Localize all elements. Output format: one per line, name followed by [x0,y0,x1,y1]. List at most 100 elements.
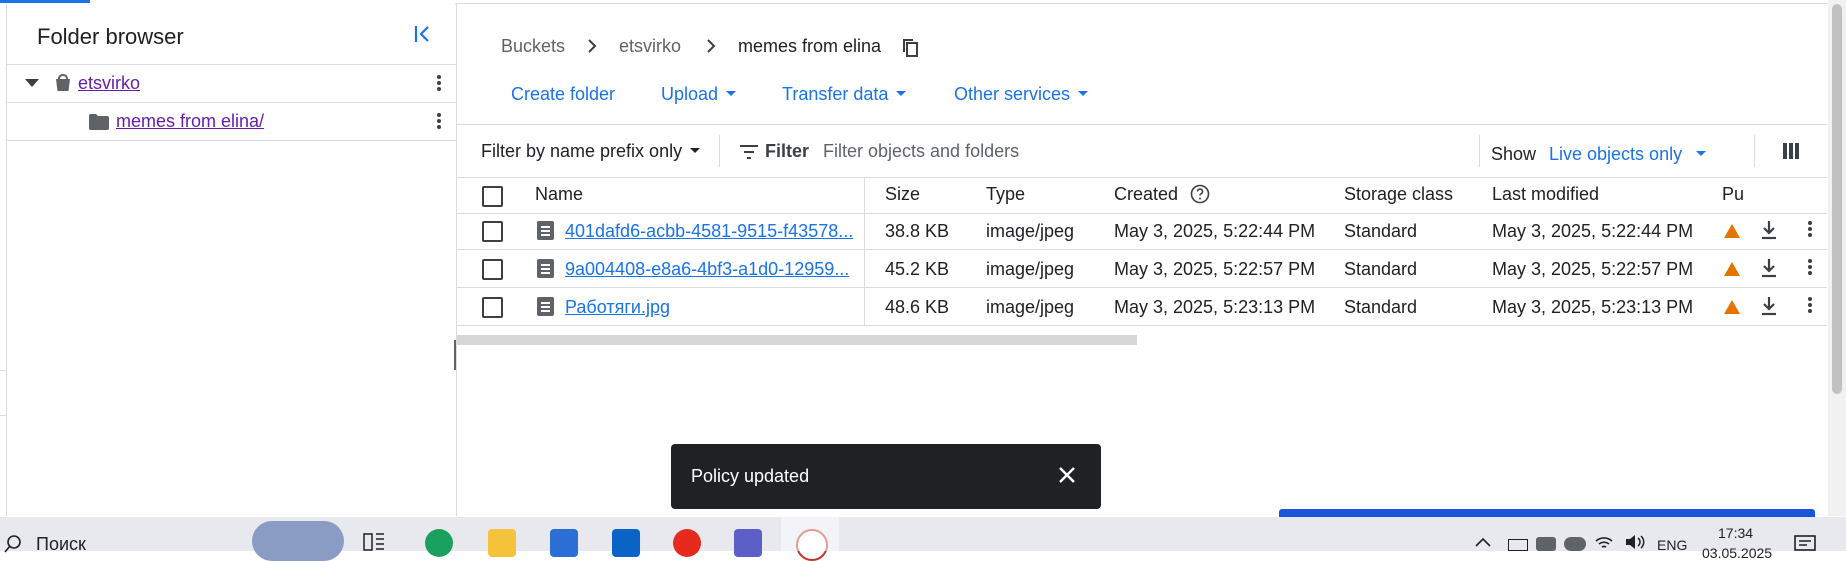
notifications-icon[interactable] [1794,535,1816,553]
task-view-icon[interactable] [363,533,385,551]
row-checkbox[interactable] [482,297,503,318]
filter-input[interactable]: Filter objects and folders [823,141,1019,162]
column-display-icon[interactable] [1783,143,1799,159]
clock-time[interactable]: 17:34 [1718,525,1753,541]
object-name-link[interactable]: Работяги.jpg [565,297,670,318]
dropdown-arrow-icon [1696,150,1707,156]
warning-icon[interactable] [1724,300,1740,314]
dropdown-arrow-icon [690,147,701,153]
prefix-filter-label: Filter by name prefix only [481,141,683,161]
divider [0,415,6,416]
more-options-icon[interactable] [1807,257,1813,279]
more-options-icon[interactable] [436,73,442,95]
network-off-icon[interactable] [1536,537,1556,551]
object-name-link[interactable]: 401dafd6-acbb-4581-9515-f43578... [565,221,853,242]
copy-icon[interactable] [902,38,920,58]
folder-browser-title: Folder browser [37,24,184,49]
file-icon [537,297,554,316]
help-icon[interactable] [1190,184,1210,204]
more-options-icon[interactable] [436,111,442,133]
column-header-last-modified[interactable]: Last modified [1492,184,1599,205]
taskbar-search[interactable]: Поиск [36,534,86,555]
more-options-icon[interactable] [1807,219,1813,241]
active-app-highlight [781,517,839,551]
filter-label[interactable]: Filter [765,141,809,162]
vertical-scrollbar[interactable] [1832,4,1842,394]
row-divider [457,213,1827,214]
show-select[interactable]: Live objects only [1549,144,1707,165]
object-size: 45.2 KB [885,259,950,279]
widgets-avatar-icon[interactable] [252,521,344,561]
object-size: 38.8 KB [885,221,950,241]
column-header-size[interactable]: Size [885,184,920,205]
edge-browser-icon[interactable] [425,529,453,557]
object-last-modified: May 3, 2025, 5:22:57 PM [1492,259,1694,279]
column-header-public[interactable]: Pu [1722,184,1744,205]
horizontal-scrollbar[interactable] [457,335,1137,345]
column-header-name[interactable]: Name [535,184,583,205]
object-storage-class: Standard [1344,259,1418,279]
warning-icon[interactable] [1724,262,1740,276]
column-header-type[interactable]: Type [986,184,1025,205]
dropdown-arrow-icon [1078,90,1089,96]
other-services-button[interactable]: Other services [954,84,1089,105]
volume-icon[interactable] [1624,533,1646,551]
breadcrumb-buckets[interactable]: Buckets [501,36,565,57]
column-header-created[interactable]: Created [1114,184,1178,205]
taskbar: Поиск ENG 17:34 03.05.2025 [0,517,1846,561]
transfer-data-button[interactable]: Transfer data [782,84,907,105]
object-size: 48.6 KB [885,297,950,317]
warning-icon[interactable] [1724,224,1740,238]
column-header-storage-class[interactable]: Storage class [1344,184,1453,205]
teams-icon[interactable] [734,529,762,557]
object-storage-class: Standard [1344,297,1418,317]
download-icon[interactable] [1761,220,1777,240]
close-icon[interactable] [1056,464,1078,486]
more-options-icon[interactable] [1807,295,1813,317]
tree-item-label[interactable]: memes from elina/ [116,111,264,132]
tree-item-folder[interactable]: memes from elina/ [7,103,456,141]
download-icon[interactable] [1761,258,1777,278]
object-storage-class: Standard [1344,221,1418,241]
filter-icon [740,145,758,159]
cloud-icon[interactable] [1564,537,1586,551]
divider [719,135,720,167]
chevron-up-icon[interactable] [1474,536,1492,548]
collapse-panel-icon[interactable] [411,22,435,46]
battery-icon[interactable] [1508,539,1528,551]
panel-resize-handle[interactable] [454,340,456,370]
object-type: image/jpeg [986,259,1075,279]
expand-arrow-icon[interactable] [25,79,39,89]
row-checkbox[interactable] [482,221,503,242]
show-label: Show [1491,144,1537,164]
create-folder-button[interactable]: Create folder [511,84,615,105]
upload-button[interactable]: Upload [661,84,737,105]
select-all-checkbox[interactable] [482,186,503,207]
object-type: image/jpeg [986,297,1075,317]
wifi-icon[interactable] [1594,533,1614,551]
tree-item-bucket[interactable]: etsvirko [7,65,456,103]
breadcrumb-bucket[interactable]: etsvirko [619,36,681,57]
active-tab-indicator [0,0,90,3]
row-divider [457,325,1827,326]
outlook-icon[interactable] [612,529,640,557]
row-divider [457,287,1827,288]
upload-label: Upload [661,84,719,104]
clock-date[interactable]: 03.05.2025 [1702,545,1772,561]
chevron-right-icon [707,39,716,53]
other-label: Other services [954,84,1071,104]
folder-browser-panel: Folder browser etsvirko memes from elina… [6,4,457,516]
yandex-browser-icon[interactable] [673,529,701,557]
tree-item-label[interactable]: etsvirko [78,73,140,94]
filter-bar: Filter by name prefix only Filter Filter… [457,124,1827,178]
prefix-filter-select[interactable]: Filter by name prefix only [481,141,701,162]
download-icon[interactable] [1761,296,1777,316]
store-icon[interactable] [550,529,578,557]
object-name-link[interactable]: 9a004408-e8a6-4bf3-a1d0-12959... [565,259,849,280]
file-explorer-icon[interactable] [488,529,516,557]
row-checkbox[interactable] [482,259,503,280]
snackbar-message: Policy updated [691,466,810,486]
search-icon[interactable] [4,535,22,553]
object-created: May 3, 2025, 5:23:13 PM [1114,297,1316,317]
divider [1754,135,1755,167]
